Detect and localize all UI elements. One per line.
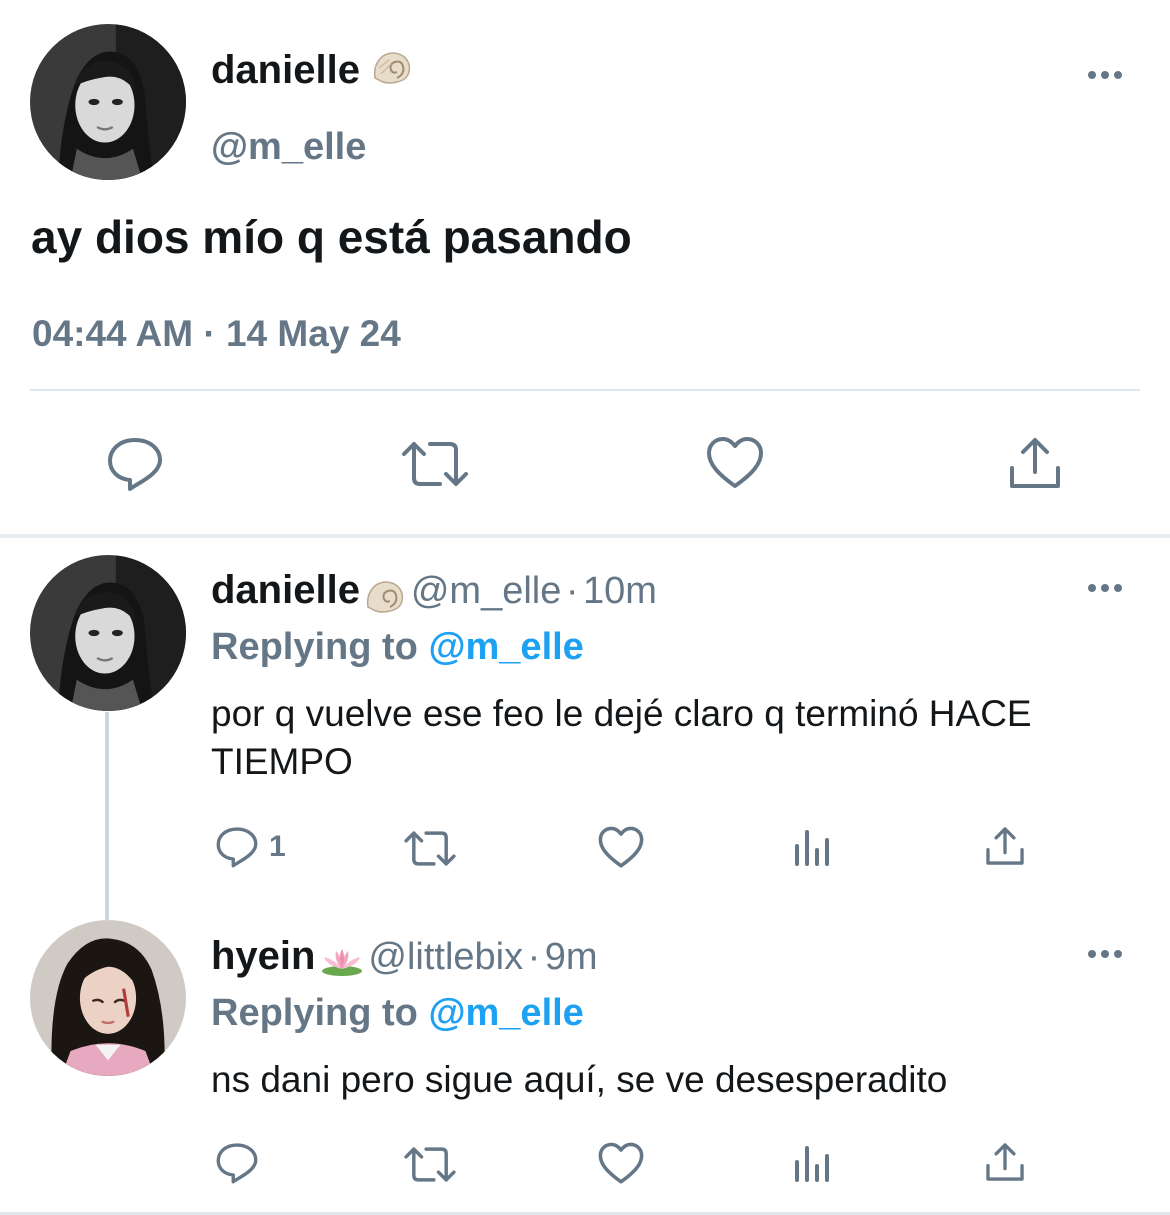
- retweet-icon: [404, 831, 456, 866]
- replying-to: Replying to @m_elle: [211, 626, 584, 668]
- avatar[interactable]: [30, 555, 186, 711]
- tweet-timestamp[interactable]: 04:44 AM · 14 May 24: [32, 313, 401, 355]
- reply-button[interactable]: [106, 436, 164, 492]
- thread-connector: [105, 712, 109, 920]
- reply-button[interactable]: [215, 1142, 259, 1184]
- author-name[interactable]: danielle: [211, 48, 413, 96]
- mention-link[interactable]: @m_elle: [428, 992, 583, 1034]
- replying-to: Replying to @m_elle: [211, 992, 584, 1034]
- heart-icon: [598, 1142, 644, 1184]
- reply-icon: [108, 438, 162, 491]
- share-button[interactable]: [985, 1142, 1025, 1182]
- reply-age[interactable]: 9m: [545, 936, 598, 978]
- avatar[interactable]: [30, 24, 186, 180]
- tweet-text: ay dios mío q está pasando: [31, 211, 632, 263]
- reply-icon: [216, 1143, 258, 1184]
- retweet-button[interactable]: [400, 440, 470, 488]
- like-button[interactable]: [598, 826, 644, 869]
- author-name[interactable]: hyein: [211, 934, 315, 978]
- reply-button[interactable]: 1: [215, 826, 286, 868]
- author-handle[interactable]: @m_elle: [211, 126, 366, 169]
- more-options-icon[interactable]: [1088, 71, 1122, 79]
- like-button[interactable]: [598, 1142, 644, 1185]
- heart-icon: [598, 826, 644, 868]
- analytics-button[interactable]: [794, 1144, 832, 1182]
- reply-text: por q vuelve ese feo le dejé claro q ter…: [211, 693, 1032, 782]
- analytics-icon: [795, 1146, 829, 1182]
- spiral-shell-emoji: [364, 577, 406, 620]
- more-options-icon[interactable]: [1088, 950, 1122, 958]
- author-name[interactable]: danielle: [211, 568, 360, 612]
- reply-count: 1: [269, 830, 286, 863]
- author-handle[interactable]: @littlebix: [368, 936, 523, 978]
- retweet-icon: [402, 442, 468, 486]
- reply-header: hyein @littlebix · 9m: [211, 934, 597, 982]
- avatar[interactable]: [30, 920, 186, 1076]
- reply-header: danielle @m_elle · 10m: [211, 568, 657, 620]
- spiral-shell-emoji: [371, 48, 413, 96]
- share-button[interactable]: [985, 826, 1025, 866]
- mention-link[interactable]: @m_elle: [428, 626, 583, 668]
- share-icon: [986, 827, 1024, 865]
- lotus-emoji: [320, 947, 364, 982]
- reply-text: ns dani pero sigue aquí, se ve desespera…: [211, 1059, 948, 1100]
- analytics-icon: [795, 830, 829, 866]
- author-handle[interactable]: @m_elle: [411, 570, 562, 612]
- share-icon: [1010, 438, 1060, 488]
- reply-age[interactable]: 10m: [583, 570, 657, 612]
- retweet-icon: [404, 1147, 456, 1182]
- retweet-button[interactable]: [403, 1146, 457, 1183]
- heart-icon: [707, 437, 763, 488]
- reply-icon: [216, 827, 258, 868]
- share-button[interactable]: [1008, 436, 1062, 490]
- share-icon: [986, 1143, 1024, 1181]
- more-options-icon[interactable]: [1088, 584, 1122, 592]
- section-divider: [0, 534, 1170, 538]
- retweet-button[interactable]: [403, 830, 457, 867]
- divider: [30, 389, 1140, 391]
- analytics-button[interactable]: [794, 828, 832, 866]
- like-button[interactable]: [706, 436, 764, 490]
